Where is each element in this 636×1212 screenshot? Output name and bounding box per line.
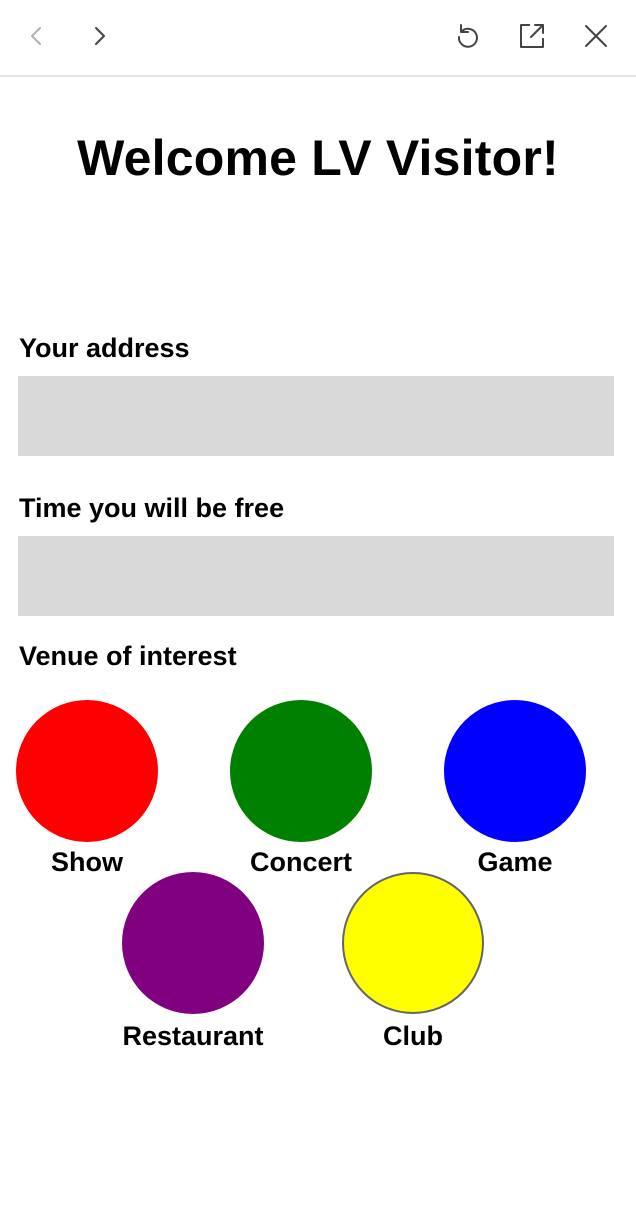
venue-option-game[interactable]: Game xyxy=(425,700,605,878)
venue-circle-game[interactable] xyxy=(444,700,586,842)
address-label: Your address xyxy=(19,333,190,363)
venue-option-concert[interactable]: Concert xyxy=(211,700,391,878)
forward-button[interactable] xyxy=(84,20,116,52)
venue-circle-show[interactable] xyxy=(16,700,158,842)
free-time-input[interactable] xyxy=(18,536,614,616)
chevron-left-icon xyxy=(31,27,41,45)
address-input[interactable] xyxy=(18,376,614,456)
open-external-icon xyxy=(520,24,544,48)
venue-label: Venue of interest xyxy=(19,641,237,671)
chevron-right-icon xyxy=(95,27,105,45)
back-button[interactable] xyxy=(20,20,52,52)
reload-icon xyxy=(457,24,478,48)
free-time-label: Time you will be free xyxy=(19,493,285,523)
venue-circle-club[interactable] xyxy=(342,872,484,1014)
close-button[interactable] xyxy=(580,20,612,52)
venue-label-club: Club xyxy=(383,1021,443,1051)
reload-button[interactable] xyxy=(452,20,484,52)
page-title: Welcome LV Visitor! xyxy=(77,130,559,186)
venue-option-restaurant[interactable]: Restaurant xyxy=(103,872,283,1052)
venue-option-club[interactable]: Club xyxy=(323,872,503,1052)
close-icon xyxy=(585,25,607,47)
browser-toolbar xyxy=(0,0,636,77)
open-external-button[interactable] xyxy=(516,20,548,52)
venue-label-restaurant: Restaurant xyxy=(122,1021,264,1051)
venue-circle-restaurant[interactable] xyxy=(122,872,264,1014)
venue-circle-concert[interactable] xyxy=(230,700,372,842)
venue-option-show[interactable]: Show xyxy=(0,700,177,878)
